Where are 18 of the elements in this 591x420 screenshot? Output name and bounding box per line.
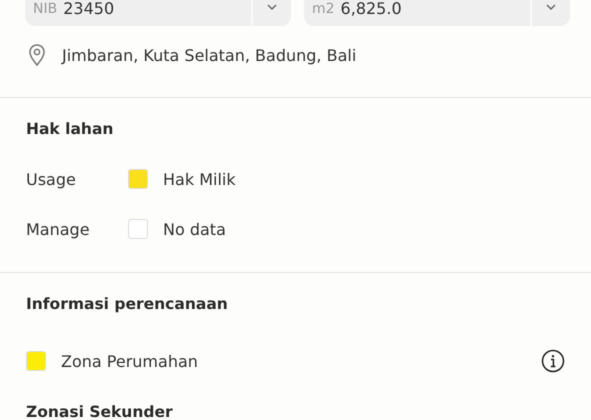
unit-label: m2 [312,1,335,17]
chevron-down-icon [545,3,557,11]
row-value: Hak Milik [163,170,236,188]
zone-name: Zona Perumahan [61,352,198,370]
chevron-down-icon [266,3,278,11]
field-value: 6,825.0 [340,1,402,17]
unit-label: NIB [33,1,58,17]
section-heading: Zonasi Sekunder [26,402,174,420]
row-value: No data [163,220,226,238]
input-field[interactable]: m2 6,825.0 [304,0,570,26]
row-label: Manage [26,220,91,238]
input-field[interactable]: NIB 23450 [25,0,291,26]
section-heading: Informasi perencanaan [26,294,229,315]
row-label: Usage [26,170,77,188]
info-icon[interactable] [541,349,565,373]
section-heading: Hak lahan [26,119,114,140]
field-value: 23450 [63,1,114,17]
location-text: Jimbaran, Kuta Selatan, Badung, Bali [62,46,356,64]
